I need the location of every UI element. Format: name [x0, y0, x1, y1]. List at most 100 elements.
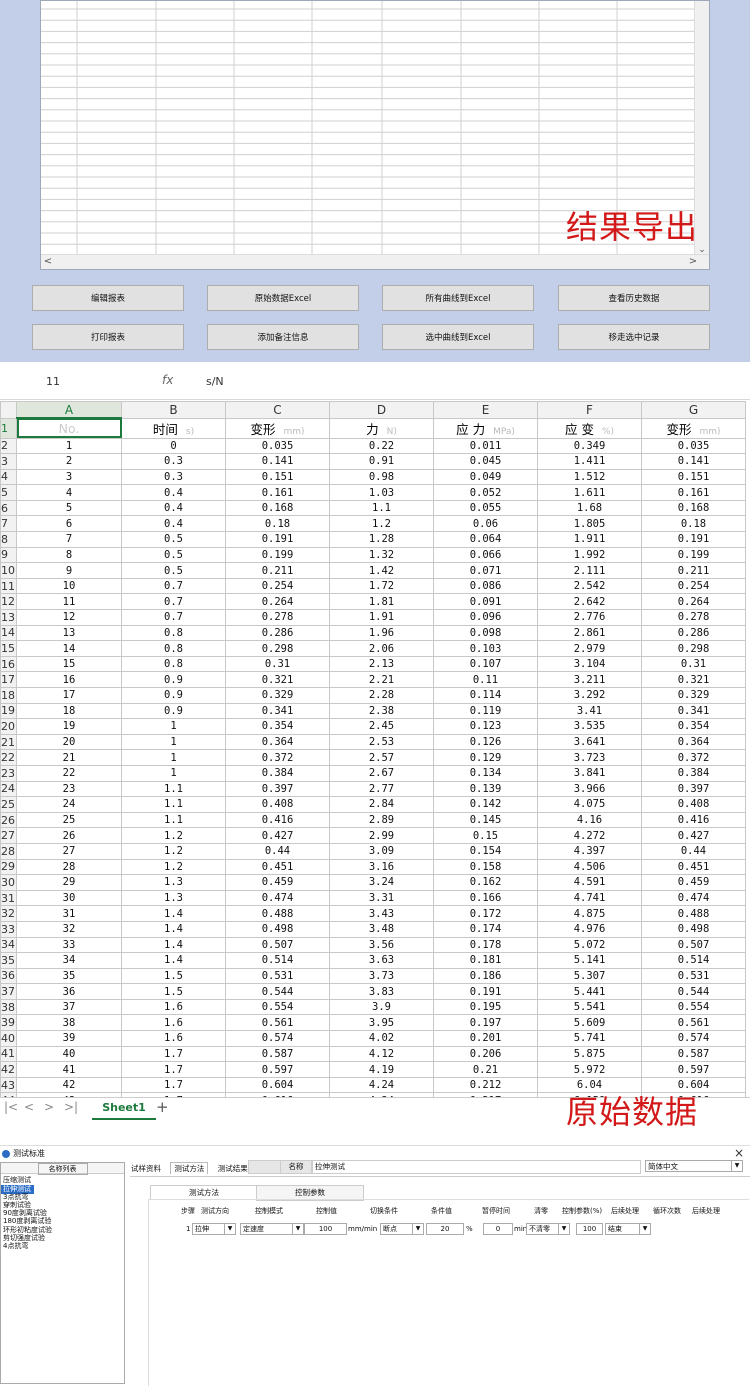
data-cell[interactable]: 5.441 — [537, 983, 642, 1000]
row-number[interactable]: 7 — [0, 515, 17, 533]
header-cell[interactable]: 变形 mm) — [225, 417, 330, 439]
data-cell[interactable]: 0.142 — [433, 796, 538, 813]
row-number[interactable]: 6 — [0, 499, 17, 517]
data-cell[interactable]: 3.104 — [537, 655, 642, 673]
data-cell[interactable]: 0.531 — [225, 967, 330, 985]
remove-selected-button[interactable]: 移走选中记录 — [558, 324, 710, 350]
data-cell[interactable]: 4.591 — [537, 874, 642, 891]
control-param-input[interactable]: 100 — [576, 1223, 603, 1235]
data-cell[interactable]: 6 — [16, 515, 122, 533]
data-cell[interactable]: 17 — [16, 687, 122, 704]
row-number[interactable]: 39 — [0, 1014, 17, 1032]
data-cell[interactable]: 4.976 — [537, 920, 642, 938]
data-cell[interactable]: 0.7 — [121, 609, 226, 626]
next-sheet-icon[interactable]: > — [44, 1100, 54, 1114]
data-cell[interactable]: 1.28 — [329, 531, 434, 548]
row-number[interactable]: 41 — [0, 1045, 17, 1063]
data-cell[interactable]: 0.8 — [121, 640, 226, 657]
data-cell[interactable]: 0.427 — [641, 827, 746, 844]
data-cell[interactable]: 0.416 — [641, 811, 746, 829]
row-number[interactable]: 18 — [0, 687, 17, 704]
data-cell[interactable]: 0.134 — [433, 764, 538, 782]
data-cell[interactable]: 0.587 — [225, 1045, 330, 1063]
data-cell[interactable]: 3.09 — [329, 842, 434, 860]
data-cell[interactable]: 0.126 — [433, 733, 538, 751]
data-cell[interactable]: 1.7 — [121, 1076, 226, 1094]
data-cell[interactable]: 1 — [121, 718, 226, 735]
data-cell[interactable]: 0.298 — [641, 640, 746, 657]
data-cell[interactable]: 4.397 — [537, 842, 642, 860]
data-cell[interactable]: 1 — [121, 733, 226, 751]
data-cell[interactable]: 0.166 — [433, 889, 538, 907]
row-number[interactable]: 9 — [0, 546, 17, 564]
data-cell[interactable]: 0.096 — [433, 609, 538, 626]
data-cell[interactable]: 3.95 — [329, 1014, 434, 1032]
data-cell[interactable]: 1.5 — [121, 983, 226, 1000]
tab-sheet1[interactable]: Sheet1 — [92, 1098, 156, 1120]
data-cell[interactable]: 0.055 — [433, 499, 538, 517]
mode-select[interactable]: 定速度 ▼ — [240, 1223, 304, 1235]
row-number[interactable]: 2 — [0, 437, 17, 455]
chevron-down-icon[interactable]: ▼ — [731, 1161, 742, 1171]
data-cell[interactable]: 0.045 — [433, 453, 538, 470]
column-header[interactable]: G — [641, 401, 746, 419]
data-cell[interactable]: 0.372 — [225, 749, 330, 766]
data-cell[interactable]: 1.2 — [121, 827, 226, 844]
data-cell[interactable]: 5 — [16, 499, 122, 517]
row-number[interactable]: 42 — [0, 1061, 17, 1078]
data-cell[interactable]: 2.38 — [329, 702, 434, 720]
data-cell[interactable]: 0.154 — [433, 842, 538, 860]
data-cell[interactable]: 0.066 — [433, 546, 538, 564]
raw-data-excel-button[interactable]: 原始数据Excel — [207, 285, 359, 311]
data-cell[interactable]: 1.2 — [329, 515, 434, 533]
data-cell[interactable]: 2.28 — [329, 687, 434, 704]
data-cell[interactable]: 0.7 — [121, 593, 226, 611]
data-cell[interactable]: 1.1 — [329, 499, 434, 517]
row-number[interactable]: 32 — [0, 905, 17, 922]
row-number[interactable]: 5 — [0, 484, 17, 501]
data-cell[interactable]: 0.514 — [225, 952, 330, 969]
data-cell[interactable]: 1.911 — [537, 531, 642, 548]
chevron-down-icon[interactable]: ▼ — [639, 1224, 650, 1234]
data-cell[interactable]: 0.554 — [225, 998, 330, 1016]
data-cell[interactable]: 1.6 — [121, 1030, 226, 1047]
data-cell[interactable]: 1.7 — [121, 1061, 226, 1078]
row-number[interactable]: 4 — [0, 468, 17, 486]
data-cell[interactable]: 0.161 — [641, 484, 746, 501]
row-number[interactable]: 12 — [0, 593, 17, 611]
data-cell[interactable]: 0.384 — [225, 764, 330, 782]
data-cell[interactable]: 4.506 — [537, 858, 642, 876]
data-cell[interactable]: 3.966 — [537, 780, 642, 798]
data-cell[interactable]: 25 — [16, 811, 122, 829]
data-cell[interactable]: 3.48 — [329, 920, 434, 938]
data-cell[interactable]: 2.13 — [329, 655, 434, 673]
row-number[interactable]: 23 — [0, 764, 17, 782]
data-cell[interactable]: 0.5 — [121, 546, 226, 564]
data-cell[interactable]: 0.035 — [641, 437, 746, 455]
data-cell[interactable]: 0.531 — [641, 967, 746, 985]
column-header[interactable]: F — [537, 401, 642, 419]
data-cell[interactable]: 0.554 — [641, 998, 746, 1016]
data-cell[interactable]: 4.272 — [537, 827, 642, 844]
data-cell[interactable]: 2.979 — [537, 640, 642, 657]
data-cell[interactable]: 1.4 — [121, 936, 226, 954]
data-cell[interactable]: 0.286 — [225, 624, 330, 642]
data-cell[interactable]: 18 — [16, 702, 122, 720]
data-cell[interactable]: 1.7 — [121, 1045, 226, 1063]
data-cell[interactable]: 28 — [16, 858, 122, 876]
data-cell[interactable]: 2.642 — [537, 593, 642, 611]
data-cell[interactable]: 1.42 — [329, 562, 434, 579]
data-cell[interactable]: 13 — [16, 624, 122, 642]
data-cell[interactable]: 0.201 — [433, 1030, 538, 1047]
data-cell[interactable]: 3.841 — [537, 764, 642, 782]
data-cell[interactable]: 0.31 — [641, 655, 746, 673]
data-cell[interactable]: 0.049 — [433, 468, 538, 486]
data-cell[interactable]: 0.212 — [433, 1076, 538, 1094]
data-cell[interactable]: 0.341 — [225, 702, 330, 720]
data-cell[interactable]: 0.604 — [225, 1076, 330, 1094]
data-cell[interactable]: 0.44 — [225, 842, 330, 860]
data-cell[interactable]: 4 — [16, 484, 122, 501]
data-cell[interactable]: 2.21 — [329, 671, 434, 688]
add-sheet-icon[interactable]: + — [156, 1098, 169, 1116]
list-item-3pt-bend[interactable]: 3点抗弯 — [1, 1193, 124, 1201]
